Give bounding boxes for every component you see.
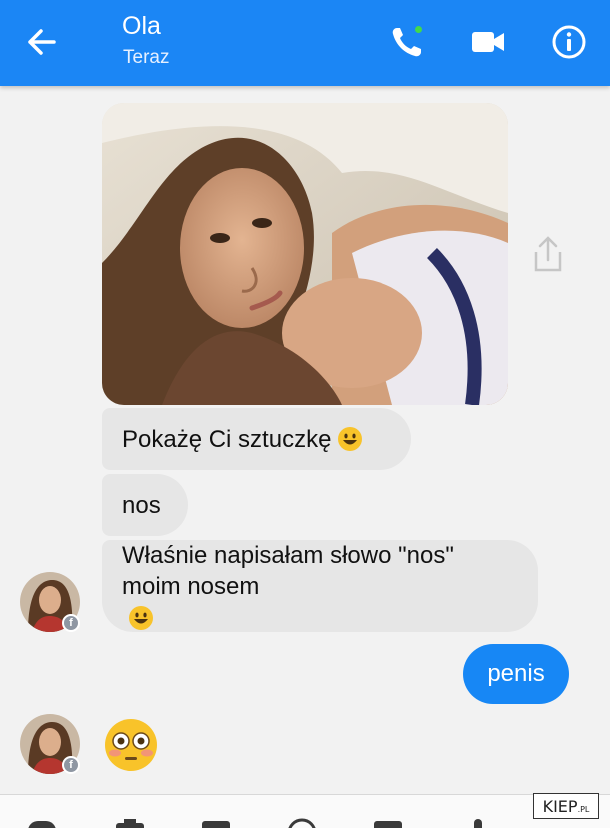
message-text: nos	[122, 491, 161, 519]
back-button[interactable]	[22, 22, 62, 62]
grinning-emoji-icon	[129, 606, 153, 631]
keyboard-icon[interactable]	[26, 817, 58, 828]
video-call-button[interactable]	[466, 20, 510, 64]
contact-name[interactable]: Ola	[122, 12, 161, 41]
sent-message-bubble[interactable]: penis	[463, 644, 569, 704]
active-status: Teraz	[123, 47, 170, 68]
camera-icon[interactable]	[114, 817, 146, 828]
watermark-text: KIEP	[542, 796, 578, 816]
facebook-badge-icon: f	[62, 614, 80, 632]
received-message-bubble[interactable]: Pokażę Ci sztuczkę	[102, 408, 411, 470]
received-message-bubble[interactable]: Właśnie napisałam słowo "nos" moim nosem	[102, 540, 538, 632]
message-text: penis	[487, 660, 545, 687]
gallery-icon[interactable]	[200, 817, 232, 828]
grinning-emoji-icon	[338, 427, 363, 451]
info-icon	[552, 25, 586, 59]
emoji-sticker-icon[interactable]	[286, 817, 318, 828]
message-text: Pokażę Ci sztuczkę	[122, 425, 332, 453]
online-indicator	[413, 24, 424, 35]
call-button[interactable]	[385, 20, 429, 64]
message-text-block: Właśnie napisałam słowo "nos" moim nosem	[122, 540, 454, 633]
share-button[interactable]	[528, 232, 568, 276]
arrow-left-icon	[28, 29, 56, 55]
gif-icon[interactable]	[372, 817, 404, 828]
video-camera-icon	[472, 32, 504, 52]
watermark-logo: KIEP .PL	[533, 793, 599, 819]
message-text: moim nosem	[122, 572, 260, 600]
flushed-emoji-icon[interactable]	[103, 717, 159, 773]
watermark-suffix: .PL	[577, 805, 590, 814]
info-button[interactable]	[547, 20, 591, 64]
message-text-line-2: moim nosem	[122, 571, 454, 633]
message-text-line: Właśnie napisałam słowo "nos"	[122, 541, 454, 569]
facebook-badge-icon: f	[62, 756, 80, 774]
share-icon	[534, 236, 562, 272]
photo-image	[102, 103, 508, 405]
conversation-header: Ola Teraz	[0, 0, 610, 86]
microphone-icon[interactable]	[462, 817, 494, 828]
received-message-bubble[interactable]: nos	[102, 474, 188, 536]
photo-message[interactable]	[102, 103, 508, 405]
composer-toolbar	[0, 794, 610, 828]
